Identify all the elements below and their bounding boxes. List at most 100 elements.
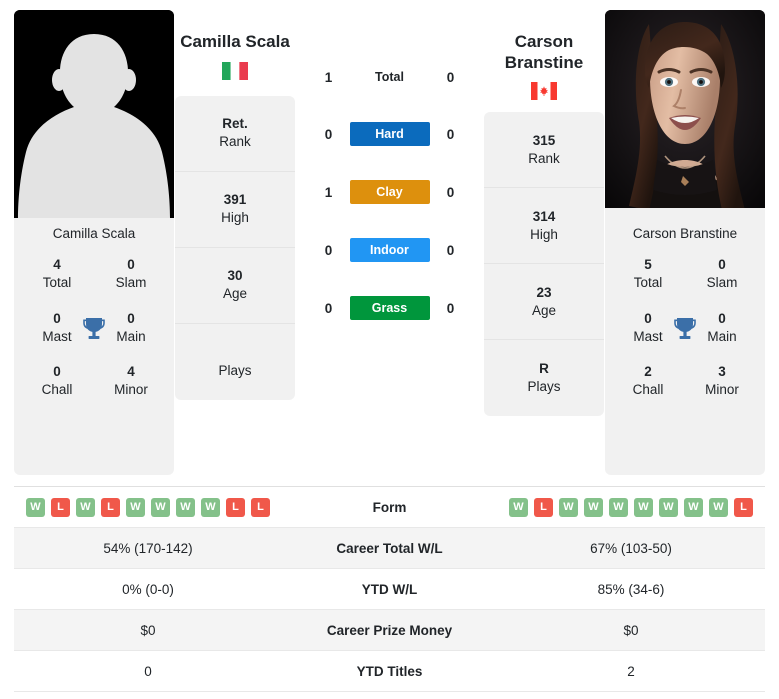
form-badge-win: W <box>584 497 603 517</box>
h2h-row-indoor: 0 Indoor 0 <box>296 238 483 262</box>
rank-value: 314 <box>532 208 556 224</box>
rank-value: Ret. <box>222 116 248 132</box>
form-badge-loss: L <box>101 497 120 517</box>
player-right-rank-card: 315 Rank 314 High 23 Age R Plays <box>484 112 604 417</box>
title-label: Minor <box>705 382 739 398</box>
rank-label: Plays <box>527 379 561 395</box>
player-right-titles-card: Carson Branstine 5 Total 0 Slam 0 Mast 0… <box>605 218 765 475</box>
form-badge-win: W <box>201 497 220 517</box>
table-row-career-prize-money: $0 Career Prize Money $0 <box>14 610 765 651</box>
h2h-left-score: 0 <box>324 300 333 316</box>
title-value: 0 <box>718 257 726 273</box>
table-row-career-total-wl: 54% (170-142) Career Total W/L 67% (103-… <box>14 528 765 569</box>
title-stat: 0 Slam <box>94 256 168 292</box>
title-value: 2 <box>644 364 652 380</box>
title-value: 0 <box>53 364 61 380</box>
form-badge-win: W <box>76 497 95 517</box>
rank-row: R Plays <box>484 340 604 416</box>
rank-label: Age <box>531 302 557 318</box>
right-career-prize-money: $0 <box>623 622 639 638</box>
rank-row: Ret. Rank <box>175 96 295 172</box>
title-label: Chall <box>632 382 664 398</box>
rank-label: Rank <box>219 134 251 150</box>
player-right-form-badges: WLWWWWWWWL <box>497 497 765 517</box>
player-right-column: Carson Branstine 5 Total 0 Slam 0 Mast 0… <box>605 10 765 475</box>
rank-label: Plays <box>218 362 252 378</box>
h2h-left-score: 1 <box>324 69 333 85</box>
title-value: 4 <box>127 364 135 380</box>
rank-label: Rank <box>528 150 560 166</box>
h2h-row-hard: 0 Hard 0 <box>296 122 483 146</box>
right-career-total-wl: 67% (103-50) <box>590 540 672 556</box>
surface-badge-indoor[interactable]: Indoor <box>349 238 430 262</box>
surface-badge-grass[interactable]: Grass <box>349 296 430 320</box>
title-stat: 0 Chall <box>20 363 94 399</box>
title-value: 3 <box>718 364 726 380</box>
rank-row: 314 High <box>484 188 604 265</box>
player-right-titles-grid: 5 Total 0 Slam 0 Mast 0 Main 2 Chall 3 M… <box>611 256 759 399</box>
form-badge-loss: L <box>226 497 245 517</box>
rank-row: 30 Age <box>175 248 295 324</box>
right-ytd-wl: 85% (34-6) <box>597 581 665 597</box>
form-badge-win: W <box>509 497 528 517</box>
h2h-row-clay: 1 Clay 0 <box>296 180 483 204</box>
title-label: Minor <box>114 382 148 398</box>
player-left-titles-grid: 4 Total 0 Slam 0 Mast 0 Main 0 Chall 4 M… <box>20 256 168 399</box>
player-left-titles-card: Camilla Scala 4 Total 0 Slam 0 Mast 0 Ma… <box>14 218 174 475</box>
h2h-right-score: 0 <box>446 69 455 85</box>
title-stat: 3 Minor <box>685 363 759 399</box>
form-badge-win: W <box>126 497 145 517</box>
title-label: Chall <box>41 382 73 398</box>
comparison-table: WLWLWWWWLL Form WLWWWWWWWL 54% (170-142)… <box>14 486 765 692</box>
row-label-form: Form <box>372 499 407 515</box>
h2h-row-grass: 0 Grass 0 <box>296 296 483 320</box>
rank-value: R <box>539 361 549 377</box>
h2h-right-score: 0 <box>446 242 455 258</box>
h2h-right-score: 0 <box>446 126 455 142</box>
table-row-ytd-titles: 0 YTD Titles 2 <box>14 651 765 692</box>
rank-value: 30 <box>227 268 243 284</box>
surface-badge-hard[interactable]: Hard <box>349 122 430 146</box>
surface-badge-clay[interactable]: Clay <box>349 180 430 204</box>
title-stat: 4 Minor <box>94 363 168 399</box>
player-right-card-name: Carson Branstine <box>632 226 738 241</box>
title-stat: 0 Slam <box>685 256 759 292</box>
form-badge-win: W <box>709 497 728 517</box>
player-left-card-name: Camilla Scala <box>52 226 136 241</box>
table-row-form: WLWLWWWWLL Form WLWWWWWWWL <box>14 487 765 528</box>
rank-row: 23 Age <box>484 264 604 341</box>
title-label: Slam <box>115 275 147 291</box>
h2h-label-total: Total <box>375 70 404 84</box>
form-badge-win: W <box>176 497 195 517</box>
form-badge-win: W <box>26 497 45 517</box>
flag-canada-icon <box>531 82 557 101</box>
form-badge-win: W <box>659 497 678 517</box>
player-left-rank-card: Ret. Rank 391 High 30 Age Plays <box>175 95 295 400</box>
title-label: Total <box>633 275 663 291</box>
title-stat: 5 Total <box>611 256 685 292</box>
left-career-prize-money: $0 <box>140 622 156 638</box>
rank-row: 391 High <box>175 172 295 248</box>
form-badge-win: W <box>151 497 170 517</box>
comparison-top-section: Camilla Scala 4 Total 0 Slam 0 Mast 0 Ma… <box>0 0 779 475</box>
title-label: Slam <box>706 275 738 291</box>
right-ytd-titles: 2 <box>627 663 635 679</box>
title-value: 4 <box>53 257 61 273</box>
player-right-name-column: Carson Branstine 315 Rank 314 High 23 Ag… <box>483 10 605 475</box>
rank-label: High <box>530 226 558 242</box>
row-label-career-prize-money: Career Prize Money <box>326 622 453 638</box>
left-career-total-wl: 54% (170-142) <box>103 540 193 556</box>
title-label: Total <box>42 275 72 291</box>
row-label-ytd-titles: YTD Titles <box>356 663 423 679</box>
form-badge-loss: L <box>734 497 753 517</box>
rank-label: Age <box>222 286 248 302</box>
h2h-row-total: 1 Total 0 <box>296 66 483 88</box>
left-ytd-titles: 0 <box>144 663 152 679</box>
player-right-photo[interactable] <box>605 10 765 218</box>
rank-value: 23 <box>536 284 552 300</box>
h2h-left-score: 0 <box>324 242 333 258</box>
h2h-right-score: 0 <box>446 300 455 316</box>
player-comparison-page: Camilla Scala 4 Total 0 Slam 0 Mast 0 Ma… <box>0 0 779 699</box>
rank-row: Plays <box>175 324 295 400</box>
player-left-photo[interactable] <box>14 10 174 218</box>
